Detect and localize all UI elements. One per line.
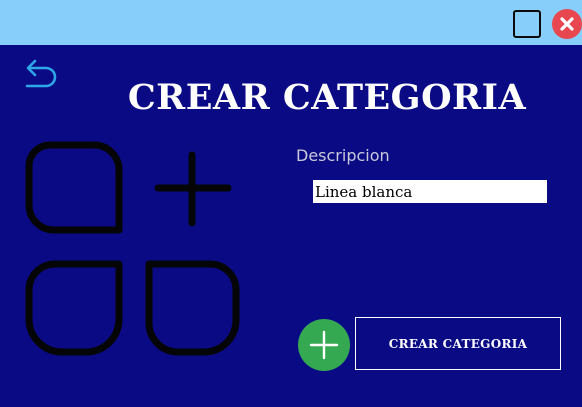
undo-arrow-icon [25,59,57,88]
plus-icon [309,330,339,360]
title-bar [0,0,582,45]
description-label: Descripcion [296,146,390,165]
description-input[interactable] [313,180,547,203]
app-window: CREAR CATEGORIA Descripcion CREAR CATEGO… [0,0,582,407]
category-add-icon [25,141,240,356]
create-category-button[interactable]: CREAR CATEGORIA [355,317,561,370]
maximize-button[interactable] [513,10,541,38]
close-icon [560,17,574,31]
page-title: CREAR CATEGORIA [127,77,527,118]
back-button[interactable] [22,56,60,90]
add-button[interactable] [298,319,350,371]
close-button[interactable] [552,9,582,39]
